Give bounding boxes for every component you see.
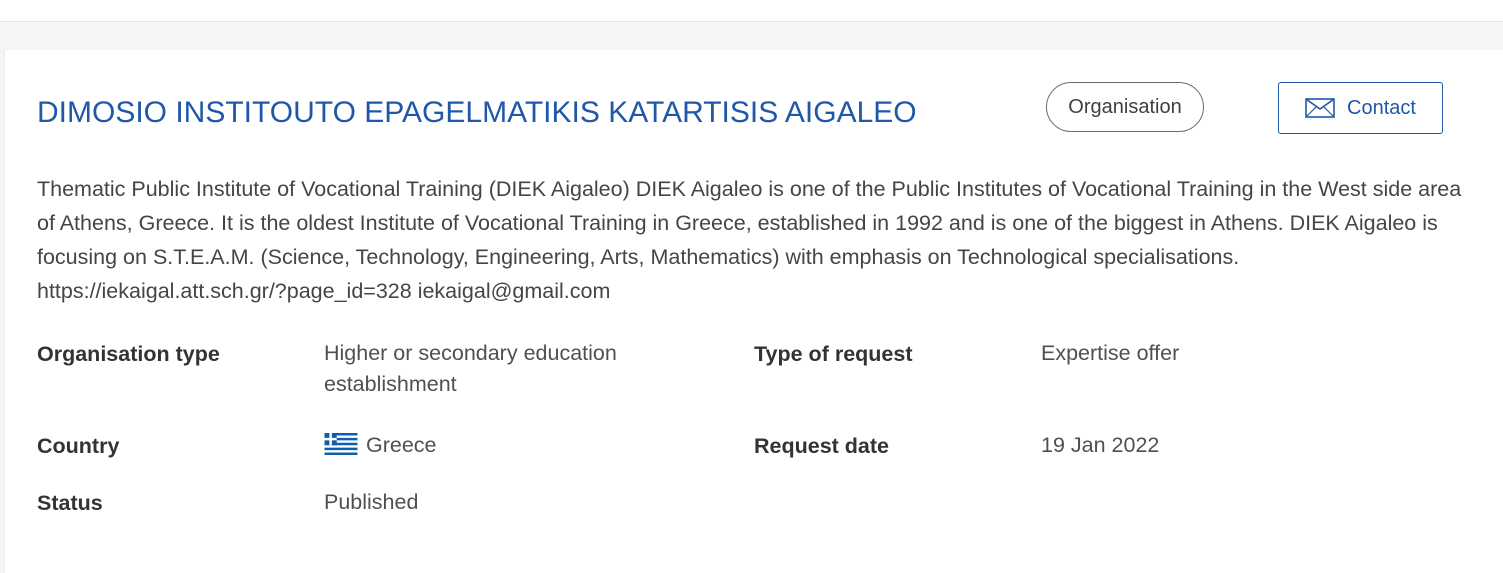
organisation-type-badge: Organisation: [1046, 82, 1204, 132]
greece-flag-icon: [324, 433, 358, 464]
country-label: Country: [37, 434, 120, 458]
organisation-title[interactable]: DIMOSIO INSTITOUTO EPAGELMATIKIS KATARTI…: [37, 96, 917, 130]
status-value: Published: [324, 490, 419, 514]
request-type-value: Expertise offer: [1041, 341, 1180, 365]
request-date-value: 19 Jan 2022: [1041, 433, 1160, 457]
organisation-card: DIMOSIO INSTITOUTO EPAGELMATIKIS KATARTI…: [4, 50, 1503, 573]
request-type-label: Type of request: [754, 342, 913, 366]
country-name: Greece: [366, 433, 437, 457]
organisation-description: Thematic Public Institute of Vocational …: [37, 177, 1462, 303]
country-value: Greece: [324, 430, 624, 464]
request-date-label: Request date: [754, 434, 890, 458]
organisation-type-label: Organisation type: [37, 342, 220, 366]
contact-button[interactable]: Contact: [1278, 82, 1443, 134]
top-bar: [0, 0, 1503, 22]
organisation-type-value: Higher or secondary education establishm…: [324, 341, 617, 396]
contact-button-label: Contact: [1347, 96, 1416, 119]
organisation-type-badge-label: Organisation: [1068, 95, 1182, 118]
status-label: Status: [37, 491, 103, 515]
envelope-icon: [1305, 98, 1335, 118]
